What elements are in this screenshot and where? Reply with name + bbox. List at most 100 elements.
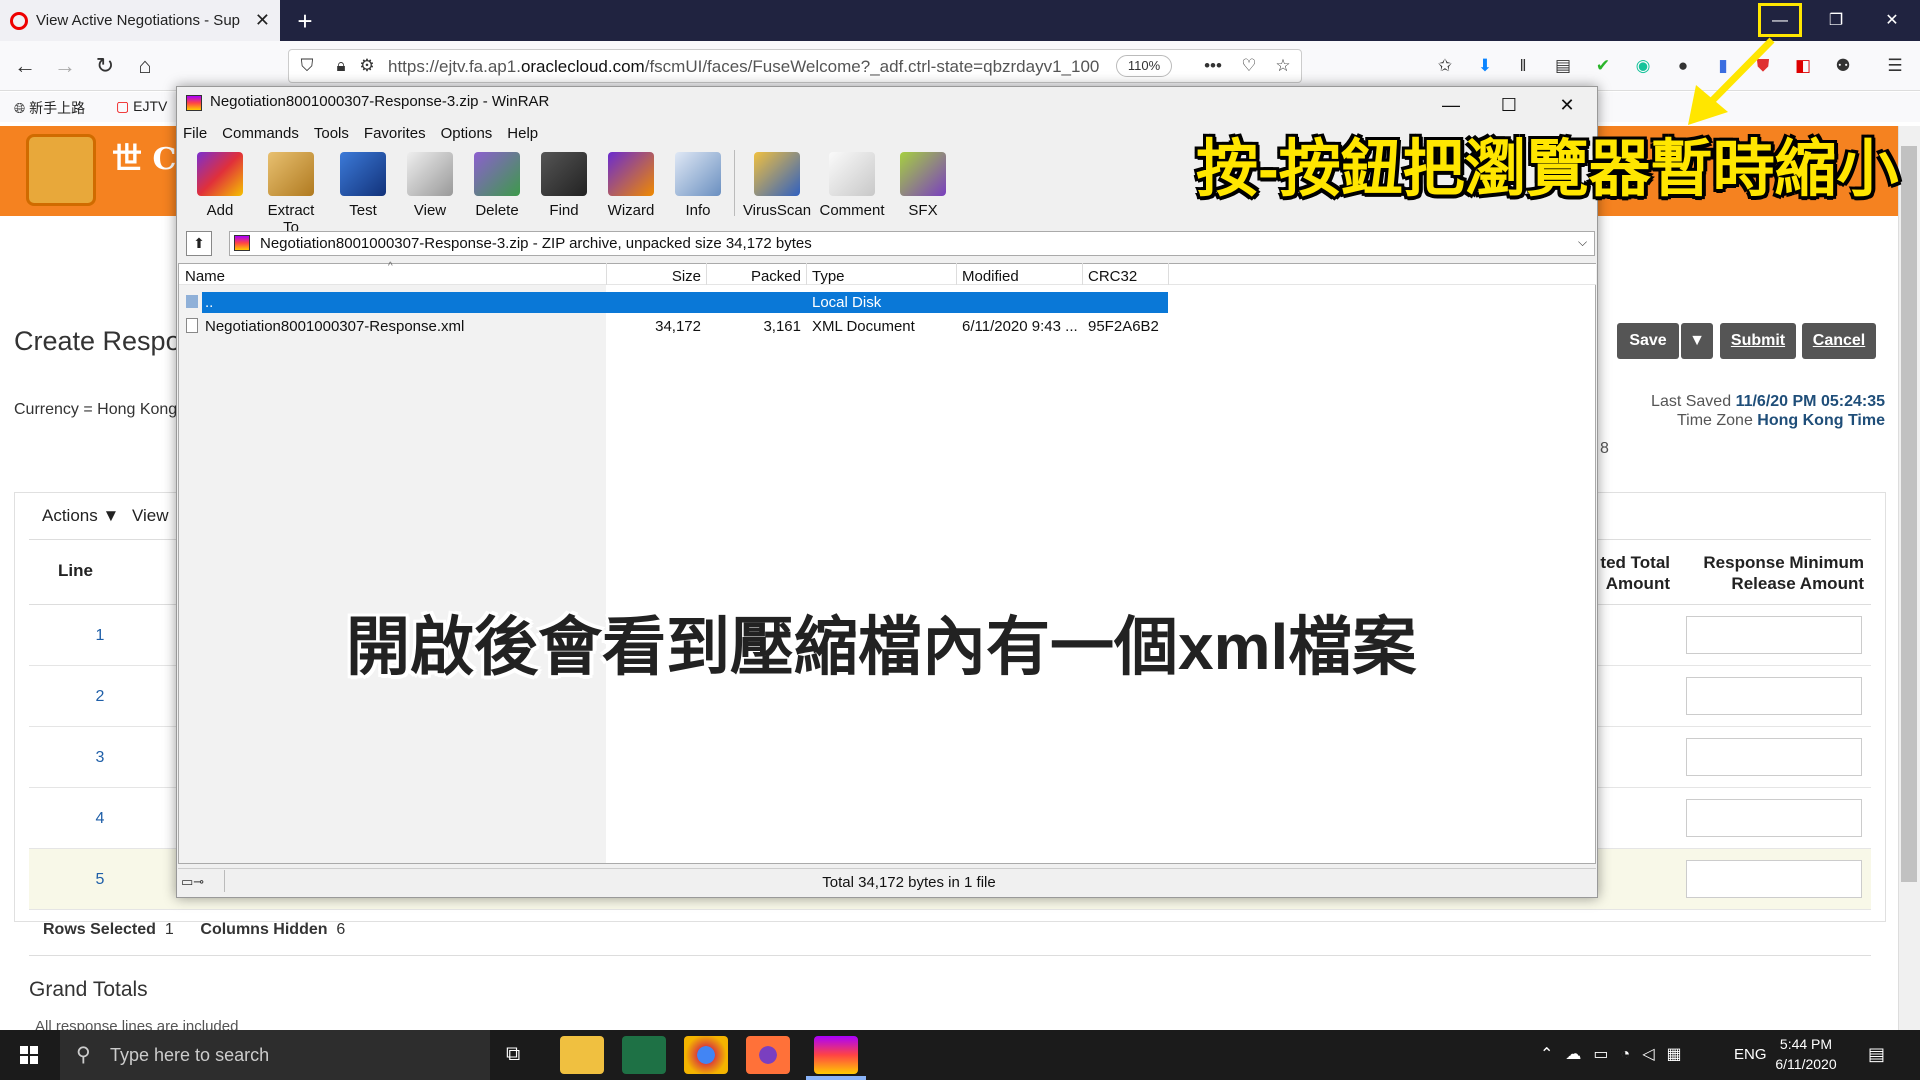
min-release-amount-input[interactable] [1686, 677, 1862, 715]
winrar-close-button[interactable]: ✕ [1538, 88, 1596, 122]
type-column-header[interactable]: Type [812, 268, 845, 285]
up-folder-button[interactable]: ⬆ [186, 231, 212, 256]
save-dropdown-button[interactable]: ▼ [1681, 323, 1713, 359]
grammarly-icon[interactable]: ◉ [1632, 55, 1654, 77]
restore-window-button[interactable]: ❐ [1808, 0, 1864, 41]
column-separator[interactable] [956, 263, 957, 285]
firefox-icon[interactable] [746, 1036, 790, 1074]
find-button[interactable]: Find [531, 152, 597, 219]
menu-favorites[interactable]: Favorites [364, 125, 426, 142]
min-release-amount-input[interactable] [1686, 616, 1862, 654]
menu-options[interactable]: Options [441, 125, 493, 142]
file-row-parent-selected[interactable] [202, 292, 1168, 313]
size-column-header[interactable]: Size [608, 268, 701, 285]
more-actions-icon[interactable]: ••• [1202, 55, 1224, 77]
system-tray-icons[interactable]: ⌃☁▭◔◁▦ [1540, 1044, 1694, 1064]
notifications-icon[interactable]: ▤ [1868, 1044, 1885, 1065]
min-release-amount-input[interactable] [1686, 738, 1862, 776]
excel-icon[interactable] [622, 1036, 666, 1074]
add-button[interactable]: Add [187, 152, 253, 219]
menu-help[interactable]: Help [507, 125, 538, 142]
archive-path-field[interactable]: Negotiation8001000307-Response-3.zip - Z… [229, 231, 1595, 256]
response-min-release-column-header[interactable]: Response Minimum Release Amount [1640, 552, 1864, 594]
column-separator[interactable] [1168, 263, 1169, 285]
status-text: Total 34,172 bytes in 1 file [822, 874, 996, 891]
zoom-level-button[interactable]: 110% [1116, 55, 1172, 77]
menu-file[interactable]: File [183, 125, 207, 142]
submit-button[interactable]: Submit [1720, 323, 1796, 359]
delete-button[interactable]: Delete [464, 152, 530, 219]
chrome-icon[interactable] [684, 1036, 728, 1074]
menu-commands[interactable]: Commands [222, 125, 299, 142]
line-number-link[interactable]: 5 [80, 871, 120, 889]
bookmarks-icon[interactable]: ✩ [1434, 55, 1456, 77]
virusscan-button[interactable]: VirusScan [742, 152, 812, 219]
file-explorer-icon[interactable] [560, 1036, 604, 1074]
sidebar-icon[interactable]: ▤ [1552, 55, 1574, 77]
info-button[interactable]: Info [665, 152, 731, 219]
extension-check-icon[interactable]: ✔ [1592, 55, 1614, 77]
column-separator[interactable] [606, 263, 607, 285]
winrar-maximize-button[interactable]: ☐ [1480, 88, 1538, 122]
winrar-taskbar-icon[interactable] [814, 1036, 858, 1074]
test-button[interactable]: Test [330, 152, 396, 219]
cancel-button[interactable]: Cancel [1802, 323, 1876, 359]
taskbar-clock[interactable]: 5:44 PM 6/11/2020 [1758, 1034, 1854, 1074]
column-separator[interactable] [706, 263, 707, 285]
line-number-link[interactable]: 3 [80, 749, 120, 767]
menu-icon[interactable]: ☰ [1884, 55, 1906, 77]
sfx-button[interactable]: SFX [890, 152, 956, 219]
shield-icon[interactable]: ⛉ [296, 55, 318, 77]
taskbar-search-box[interactable]: Type here to search [60, 1030, 490, 1080]
winrar-minimize-button[interactable]: — [1422, 88, 1480, 122]
extension-people-icon[interactable]: ⚉ [1832, 55, 1854, 77]
line-number-link[interactable]: 2 [80, 688, 120, 706]
line-number-link[interactable]: 1 [80, 627, 120, 645]
forward-button[interactable]: → [48, 49, 82, 83]
view-button[interactable]: View [397, 152, 463, 219]
bookmark-star-icon[interactable]: ☆ [1272, 55, 1294, 77]
extract-to-button[interactable]: Extract To [258, 152, 324, 236]
modified-column-header[interactable]: Modified [962, 268, 1019, 285]
line-column-header[interactable]: Line [58, 561, 93, 581]
windows-start-icon[interactable] [0, 1030, 58, 1080]
close-window-button[interactable]: ✕ [1864, 0, 1920, 41]
wizard-button[interactable]: Wizard [598, 152, 664, 219]
permissions-icon[interactable]: ⚙ [356, 55, 378, 77]
drive-key-icons[interactable]: ▭⊸ [181, 874, 204, 890]
chevron-down-icon[interactable]: ⌵ [1578, 235, 1587, 250]
name-column-header[interactable]: Name [185, 268, 225, 285]
pocket-icon[interactable]: ♡ [1238, 55, 1260, 77]
crc32-column-header[interactable]: CRC32 [1088, 268, 1137, 285]
new-tab-button[interactable]: + [288, 4, 322, 38]
tab-title: View Active Negotiations - Sup [36, 12, 241, 29]
download-icon[interactable]: ⬇ [1474, 55, 1496, 77]
home-button[interactable]: ⌂ [128, 49, 162, 83]
line-number-link[interactable]: 4 [80, 810, 120, 828]
comment-button[interactable]: Comment [817, 152, 887, 219]
bookmark-getting-started[interactable]: 🌐︎ 新手上路 [14, 98, 85, 118]
packed-column-header[interactable]: Packed [708, 268, 801, 285]
wizard-icon [608, 152, 654, 196]
rows-selected-status: Rows Selected 1 Columns Hidden 6 [43, 921, 346, 938]
menu-tools[interactable]: Tools [314, 125, 349, 142]
pdf-extension-icon[interactable]: ◧ [1792, 55, 1814, 77]
task-view-icon[interactable]: ⧉ [506, 1043, 520, 1066]
column-separator[interactable] [806, 263, 807, 285]
url-text[interactable]: https://ejtv.fa.ap1.oraclecloud.com/fscm… [388, 57, 1099, 77]
view-menu[interactable]: View [132, 506, 169, 526]
reload-button[interactable]: ↻ [88, 49, 122, 83]
library-icon[interactable]: ‖ [1512, 55, 1534, 77]
close-tab-icon[interactable]: ✕ [255, 10, 270, 31]
browser-tab[interactable]: View Active Negotiations - Sup ✕ [0, 0, 280, 41]
min-release-amount-input[interactable] [1686, 799, 1862, 837]
archive-path-text: Negotiation8001000307-Response-3.zip - Z… [260, 235, 812, 252]
bookmark-ejtv[interactable]: ▢ EJTV [116, 98, 167, 115]
save-button[interactable]: Save [1617, 323, 1679, 359]
min-release-amount-input[interactable] [1686, 860, 1862, 898]
column-separator[interactable] [1082, 263, 1083, 285]
back-button[interactable]: ← [8, 49, 42, 83]
scrollbar-thumb[interactable] [1901, 146, 1917, 882]
actions-menu[interactable]: Actions ▼ [42, 506, 119, 526]
toolbar-separator [734, 150, 735, 216]
